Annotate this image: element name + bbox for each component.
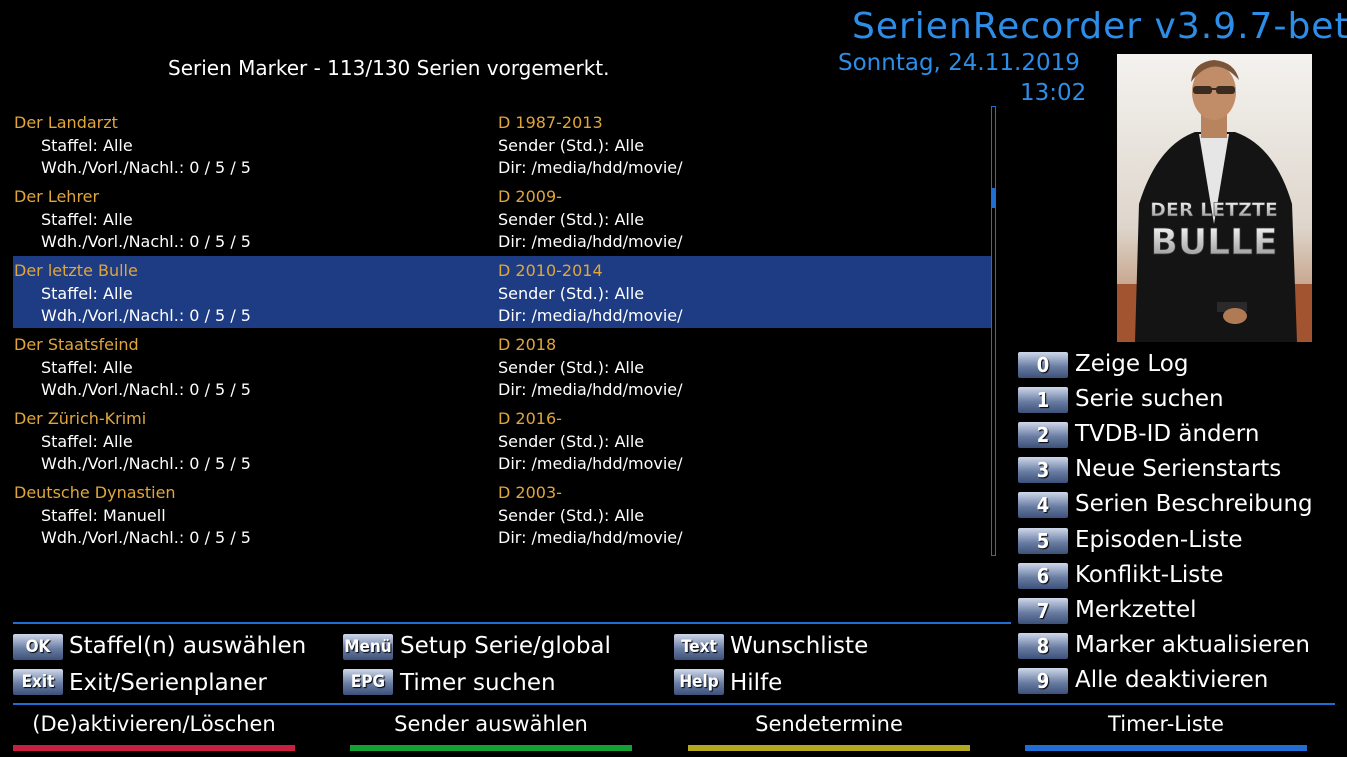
red-button-bar[interactable] [13, 745, 295, 751]
list-header: Serien Marker - 113/130 Serien vorgemerk… [168, 56, 610, 80]
series-year: D 1987-2013 [498, 113, 603, 132]
number-key-7-icon[interactable]: 7 [1018, 597, 1068, 624]
series-sender: Sender (Std.): Alle [498, 432, 645, 451]
app-title: SerienRecorder v3.9.7-beta [852, 6, 1347, 47]
help-key-label: Hilfe [730, 670, 783, 696]
divider-line [13, 622, 1011, 624]
exit-key-icon[interactable]: Exit [13, 669, 63, 695]
series-title: Der Landarzt [14, 113, 118, 132]
series-staffel: Staffel: Alle [41, 432, 133, 451]
number-key-1-icon[interactable]: 1 [1018, 387, 1068, 414]
text-key-icon[interactable]: Text [674, 634, 724, 660]
number-key-7-label: Merkzettel [1075, 596, 1197, 623]
number-key-2-icon[interactable]: 2 [1018, 422, 1068, 449]
series-list-item[interactable]: Der Staatsfeind D 2018 Staffel: Alle Sender… [13, 330, 991, 402]
number-key-8-label: Marker aktualisieren [1075, 631, 1310, 658]
series-sender: Sender (Std.): Alle [498, 506, 645, 525]
series-year: D 2009- [498, 187, 562, 206]
number-key-9-label: Alle deaktivieren [1075, 666, 1269, 693]
series-title: Deutsche Dynastien [14, 483, 176, 502]
divider-line [13, 703, 1335, 705]
green-button-label[interactable]: Sender auswählen [350, 712, 632, 736]
series-dir: Dir: /media/hdd/movie/ [498, 380, 683, 399]
series-year: D 2003- [498, 483, 562, 502]
series-marker-list[interactable]: Der Landarzt D 1987-2013 Staffel: Alle Send… [13, 108, 991, 556]
series-year: D 2010-2014 [498, 261, 603, 280]
series-list-item[interactable]: Deutsche Dynastien D 2003- Staffel: Manuel… [13, 478, 991, 550]
number-key-2-label: TVDB-ID ändern [1075, 421, 1260, 448]
number-key-0-label: Zeige Log [1075, 351, 1189, 377]
number-key-4-icon[interactable]: 4 [1018, 492, 1068, 519]
series-sender: Sender (Std.): Alle [498, 136, 645, 155]
series-year: D 2018 [498, 335, 557, 354]
series-wdh: Wdh./Vorl./Nachl.: 0 / 5 / 5 [41, 380, 251, 399]
series-year: D 2016- [498, 409, 562, 428]
series-staffel: Staffel: Alle [41, 284, 133, 303]
number-key-4-label: Serien Beschreibung [1075, 491, 1313, 518]
menu-key-label: Setup Serie/global [400, 633, 611, 659]
series-wdh: Wdh./Vorl./Nachl.: 0 / 5 / 5 [41, 306, 251, 325]
series-sender: Sender (Std.): Alle [498, 210, 645, 229]
red-button-label[interactable]: (De)aktivieren/Löschen [13, 712, 295, 736]
epg-key-icon[interactable]: EPG [343, 669, 393, 695]
exit-key-label: Exit/Serienplaner [69, 670, 267, 696]
series-staffel: Staffel: Manuell [41, 506, 166, 525]
poster-title-line2: BULLE [1150, 222, 1277, 263]
text-key-label: Wunschliste [730, 633, 869, 659]
date-display: Sonntag, 24.11.2019 [838, 50, 1080, 76]
number-key-0-icon[interactable]: 0 [1018, 352, 1068, 378]
poster-title-line1: DER LETZTE [1150, 199, 1278, 221]
ok-key-label: Staffel(n) auswählen [69, 633, 307, 659]
blue-button-label[interactable]: Timer-Liste [1025, 712, 1307, 736]
series-title: Der Lehrer [14, 187, 100, 206]
series-title: Der Zürich-Krimi [14, 409, 147, 428]
time-display: 13:02 [1020, 80, 1087, 106]
series-wdh: Wdh./Vorl./Nachl.: 0 / 5 / 5 [41, 232, 251, 251]
number-key-3-label: Neue Serienstarts [1075, 456, 1282, 483]
menu-key-icon[interactable]: Menü [343, 634, 393, 660]
help-key-icon[interactable]: Help [674, 669, 724, 695]
yellow-button-bar[interactable] [688, 745, 970, 751]
series-wdh: Wdh./Vorl./Nachl.: 0 / 5 / 5 [41, 528, 251, 547]
series-staffel: Staffel: Alle [41, 358, 133, 377]
epg-key-label: Timer suchen [400, 670, 556, 696]
series-list-item[interactable]: Der Zürich-Krimi D 2016- Staffel: Alle Send… [13, 404, 991, 476]
ok-key-icon[interactable]: OK [13, 634, 63, 660]
series-list-item[interactable]: Der Landarzt D 1987-2013 Staffel: Alle Send… [13, 108, 991, 180]
series-dir: Dir: /media/hdd/movie/ [498, 528, 683, 547]
yellow-button-label[interactable]: Sendetermine [688, 712, 970, 736]
list-scrollbar-thumb[interactable] [992, 188, 995, 208]
series-title: Der Staatsfeind [14, 335, 139, 354]
series-dir: Dir: /media/hdd/movie/ [498, 158, 683, 177]
series-staffel: Staffel: Alle [41, 136, 133, 155]
series-sender: Sender (Std.): Alle [498, 284, 645, 303]
number-key-9-icon[interactable]: 9 [1018, 667, 1068, 694]
series-dir: Dir: /media/hdd/movie/ [498, 454, 683, 473]
number-key-3-icon[interactable]: 3 [1018, 457, 1068, 484]
number-key-6-icon[interactable]: 6 [1018, 562, 1068, 589]
series-list-item[interactable]: Der letzte Bulle D 2010-2014 Staffel: Alle… [13, 256, 991, 328]
series-list-item[interactable]: Der Lehrer D 2009- Staffel: Alle Sender (St… [13, 182, 991, 254]
series-dir: Dir: /media/hdd/movie/ [498, 306, 683, 325]
series-poster: DER LETZTE BULLE [1117, 54, 1312, 342]
number-key-5-label: Episoden-Liste [1075, 526, 1243, 553]
series-sender: Sender (Std.): Alle [498, 358, 645, 377]
number-key-8-icon[interactable]: 8 [1018, 632, 1068, 659]
list-scrollbar[interactable] [991, 106, 996, 556]
number-key-5-icon[interactable]: 5 [1018, 527, 1068, 554]
series-wdh: Wdh./Vorl./Nachl.: 0 / 5 / 5 [41, 158, 251, 177]
number-key-1-label: Serie suchen [1075, 386, 1224, 413]
series-dir: Dir: /media/hdd/movie/ [498, 232, 683, 251]
green-button-bar[interactable] [350, 745, 632, 751]
series-staffel: Staffel: Alle [41, 210, 133, 229]
blue-button-bar[interactable] [1025, 745, 1307, 751]
series-title: Der letzte Bulle [14, 261, 138, 280]
number-key-6-label: Konflikt-Liste [1075, 561, 1224, 588]
series-wdh: Wdh./Vorl./Nachl.: 0 / 5 / 5 [41, 454, 251, 473]
